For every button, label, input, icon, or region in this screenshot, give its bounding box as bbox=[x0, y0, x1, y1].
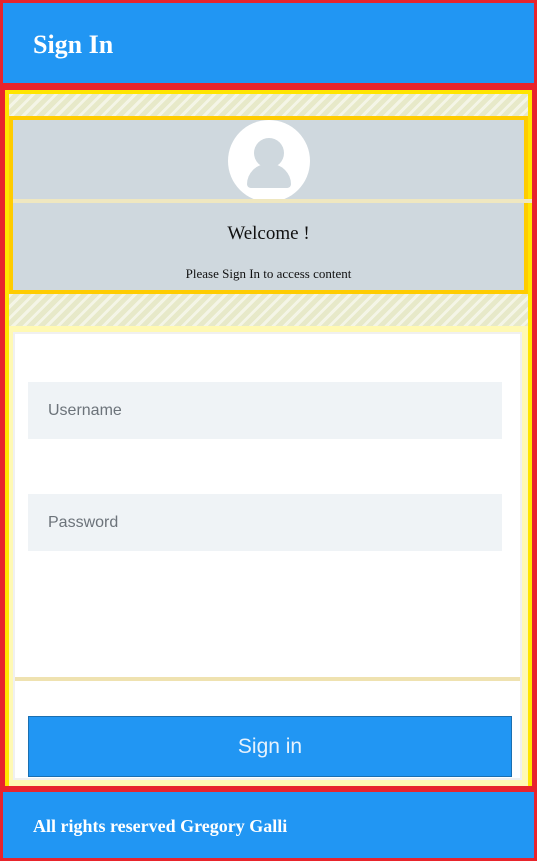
signin-subtitle: Please Sign In to access content bbox=[185, 266, 352, 281]
page-title: Sign In bbox=[33, 30, 114, 59]
login-form: Sign in bbox=[13, 332, 522, 780]
sign-in-button[interactable]: Sign in bbox=[28, 716, 512, 777]
form-wrapper: Sign in bbox=[9, 326, 528, 786]
profile-divider bbox=[13, 199, 532, 203]
form-divider bbox=[15, 677, 520, 681]
app-header: Sign In bbox=[3, 3, 534, 85]
hatch-strip-bottom bbox=[9, 294, 528, 326]
username-input[interactable] bbox=[28, 382, 502, 439]
user-avatar-icon bbox=[228, 120, 310, 202]
profile-section: Welcome ! Please Sign In to access conte… bbox=[9, 116, 532, 294]
avatar-body-shape bbox=[247, 164, 291, 188]
password-input[interactable] bbox=[28, 494, 502, 551]
copyright-text: All rights reserved Gregory Galli bbox=[33, 816, 288, 836]
welcome-heading: Welcome ! bbox=[227, 223, 310, 244]
hatch-strip-top bbox=[9, 94, 528, 116]
content-panel: Welcome ! Please Sign In to access conte… bbox=[5, 90, 532, 786]
app-footer: All rights reserved Gregory Galli bbox=[3, 790, 534, 858]
main-area: Welcome ! Please Sign In to access conte… bbox=[3, 88, 534, 788]
